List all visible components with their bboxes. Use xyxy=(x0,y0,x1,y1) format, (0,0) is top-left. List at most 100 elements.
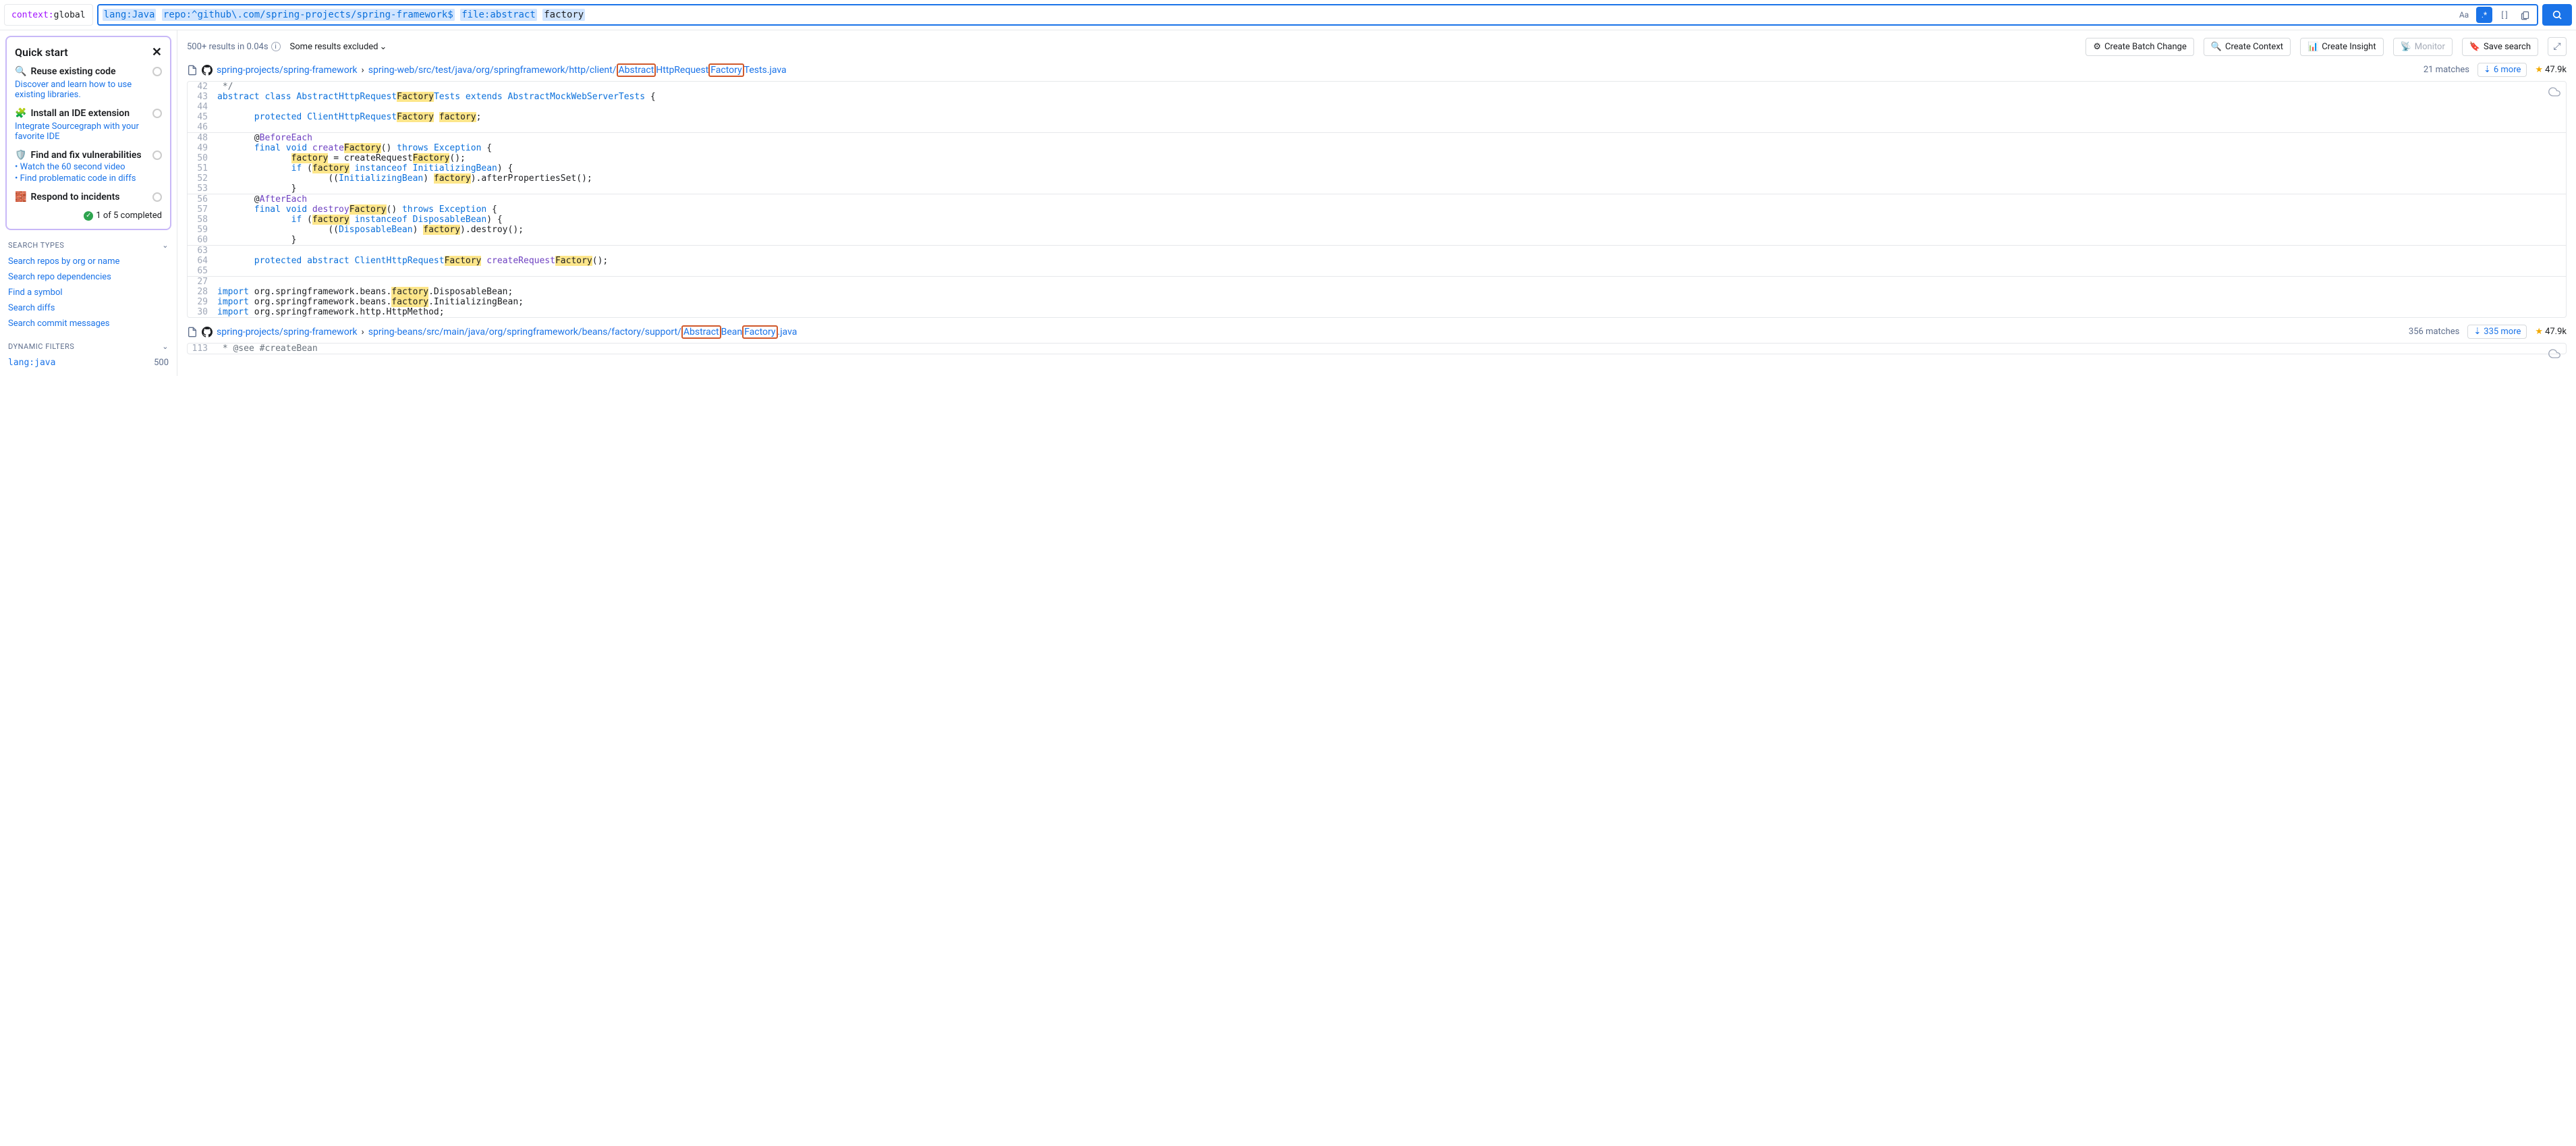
code-block[interactable]: 42 */43abstract class AbstractHttpReques… xyxy=(187,81,2567,318)
filter-lang-java[interactable]: lang:java 500 xyxy=(5,355,171,371)
code-content: ((InitializingBean) factory).afterProper… xyxy=(217,173,599,184)
radio-icon xyxy=(152,192,162,202)
query-file: file:abstract xyxy=(460,9,537,21)
line-number: 64 xyxy=(188,256,217,266)
line-number: 59 xyxy=(188,225,217,235)
code-block[interactable]: 113 * @see #createBean xyxy=(187,343,2567,354)
code-line[interactable]: 43abstract class AbstractHttpRequestFact… xyxy=(188,92,2566,102)
context-pill[interactable]: context:global xyxy=(4,4,93,26)
code-line[interactable]: 27 xyxy=(188,277,2566,287)
code-content xyxy=(217,102,224,112)
code-content xyxy=(217,266,224,276)
qs-item-ide[interactable]: 🧩Install an IDE extension Integrate Sour… xyxy=(15,108,162,142)
line-number: 43 xyxy=(188,92,217,102)
show-more-button[interactable]: ⇣335 more xyxy=(2467,325,2527,339)
line-number: 63 xyxy=(188,246,217,256)
structural-toggle[interactable]: [ ] xyxy=(2496,7,2513,23)
dynamic-filters-header[interactable]: DYNAMIC FILTERS⌄ xyxy=(5,338,171,355)
code-line[interactable]: 58 if (factory instanceof DisposableBean… xyxy=(188,215,2566,225)
regex-toggle[interactable]: .* xyxy=(2476,7,2492,23)
qs-item-vuln[interactable]: 🛡️Find and fix vulnerabilities Watch the… xyxy=(15,150,162,184)
code-line[interactable]: 46 xyxy=(188,122,2566,132)
qs-item-reuse[interactable]: 🔍Reuse existing code Discover and learn … xyxy=(15,66,162,100)
side-link[interactable]: Search repos by org or name xyxy=(5,254,171,269)
code-content xyxy=(217,122,224,132)
search-input[interactable]: lang:Java repo:^github\.com/spring-proje… xyxy=(97,4,2538,26)
code-line[interactable]: 45 protected ClientHttpRequestFactory fa… xyxy=(188,112,2566,122)
show-more-button[interactable]: ⇣6 more xyxy=(2477,63,2527,77)
cloud-icon[interactable] xyxy=(2548,348,2560,360)
code-line[interactable]: 64 protected abstract ClientHttpRequestF… xyxy=(188,256,2566,266)
create-context-button[interactable]: 🔍Create Context xyxy=(2204,38,2291,56)
puzzle-icon: 🧩 xyxy=(15,108,26,119)
code-content: final void destroyFactory() throws Excep… xyxy=(217,204,504,215)
cloud-icon[interactable] xyxy=(2548,86,2560,98)
code-line[interactable]: 49 final void createFactory() throws Exc… xyxy=(188,143,2566,153)
code-content xyxy=(217,246,224,256)
code-line[interactable]: 44 xyxy=(188,102,2566,112)
qs-link-diffs[interactable]: Find problematic code in diffs xyxy=(15,173,162,184)
code-content: if (factory instanceof DisposableBean) { xyxy=(217,215,509,225)
side-link[interactable]: Search diffs xyxy=(5,300,171,316)
code-line[interactable]: 48 @BeforeEach xyxy=(188,133,2566,143)
excluded-toggle[interactable]: Some results excluded ⌄ xyxy=(290,42,387,52)
check-icon: ✓ xyxy=(84,211,93,221)
case-toggle[interactable]: Aa xyxy=(2456,7,2472,23)
chevron-down-icon: ⌄ xyxy=(380,42,387,52)
expand-button[interactable]: ⤢ xyxy=(2548,37,2567,56)
code-line[interactable]: 60 } xyxy=(188,235,2566,245)
save-search-button[interactable]: 🔖Save search xyxy=(2462,38,2538,56)
close-icon[interactable]: ✕ xyxy=(152,45,162,59)
incident-icon: 🧱 xyxy=(15,192,26,202)
search-types-header[interactable]: SEARCH TYPES⌄ xyxy=(5,237,171,254)
qs-link-video[interactable]: Watch the 60 second video xyxy=(15,162,162,172)
code-line[interactable]: 53 } xyxy=(188,184,2566,194)
copy-icon[interactable] xyxy=(2517,7,2533,23)
file-path-link[interactable]: spring-beans/src/main/java/org/springfra… xyxy=(368,327,797,337)
radio-icon xyxy=(152,67,162,76)
info-icon[interactable]: i xyxy=(271,42,281,51)
stars: ★47.9k xyxy=(2535,327,2567,337)
code-line[interactable]: 30import org.springframework.http.HttpMe… xyxy=(188,307,2566,317)
context-val: global xyxy=(54,10,86,20)
code-line[interactable]: 113 * @see #createBean xyxy=(188,344,2566,354)
github-icon xyxy=(202,65,213,76)
side-link[interactable]: Find a symbol xyxy=(5,285,171,300)
code-line[interactable]: 50 factory = createRequestFactory(); xyxy=(188,153,2566,163)
code-content: protected abstract ClientHttpRequestFact… xyxy=(217,256,615,266)
line-number: 58 xyxy=(188,215,217,225)
side-link[interactable]: Search commit messages xyxy=(5,316,171,331)
chevron-down-icon: ⌄ xyxy=(162,241,169,250)
side-link[interactable]: Search repo dependencies xyxy=(5,269,171,285)
code-line[interactable]: 51 if (factory instanceof InitializingBe… xyxy=(188,163,2566,173)
qs-desc: Discover and learn how to use existing l… xyxy=(15,80,162,100)
result-header: spring-projects/spring-framework › sprin… xyxy=(187,325,2567,339)
code-content: abstract class AbstractHttpRequestFactor… xyxy=(217,92,663,102)
code-content: import org.springframework.beans.factory… xyxy=(217,287,520,297)
file-path-link[interactable]: spring-web/src/test/java/org/springframe… xyxy=(368,65,787,76)
code-line[interactable]: 65 xyxy=(188,266,2566,276)
qs-desc: Integrate Sourcegraph with your favorite… xyxy=(15,121,162,142)
qs-item-incidents[interactable]: 🧱Respond to incidents xyxy=(15,192,162,202)
code-line[interactable]: 57 final void destroyFactory() throws Ex… xyxy=(188,204,2566,215)
create-insight-button[interactable]: 📊Create Insight xyxy=(2300,38,2384,56)
monitor-button[interactable]: 📡Monitor xyxy=(2393,38,2453,56)
code-line[interactable]: 28import org.springframework.beans.facto… xyxy=(188,287,2566,297)
search-icon: 🔍 xyxy=(2211,42,2222,52)
code-line[interactable]: 29import org.springframework.beans.facto… xyxy=(188,297,2566,307)
repo-link[interactable]: spring-projects/spring-framework xyxy=(217,65,358,76)
code-line[interactable]: 56 @AfterEach xyxy=(188,194,2566,204)
code-line[interactable]: 63 xyxy=(188,246,2566,256)
query-term: factory xyxy=(542,9,585,21)
code-line[interactable]: 59 ((DisposableBean) factory).destroy(); xyxy=(188,225,2566,235)
create-batch-change-button[interactable]: ⚙Create Batch Change xyxy=(2085,38,2193,56)
repo-link[interactable]: spring-projects/spring-framework xyxy=(217,327,358,337)
code-line[interactable]: 42 */ xyxy=(188,82,2566,92)
line-number: 28 xyxy=(188,287,217,297)
code-content: } xyxy=(217,235,303,245)
search-button[interactable] xyxy=(2542,4,2572,26)
line-number: 42 xyxy=(188,82,217,92)
line-number: 45 xyxy=(188,112,217,122)
code-line[interactable]: 52 ((InitializingBean) factory).afterPro… xyxy=(188,173,2566,184)
shield-icon: 🛡️ xyxy=(15,150,26,161)
